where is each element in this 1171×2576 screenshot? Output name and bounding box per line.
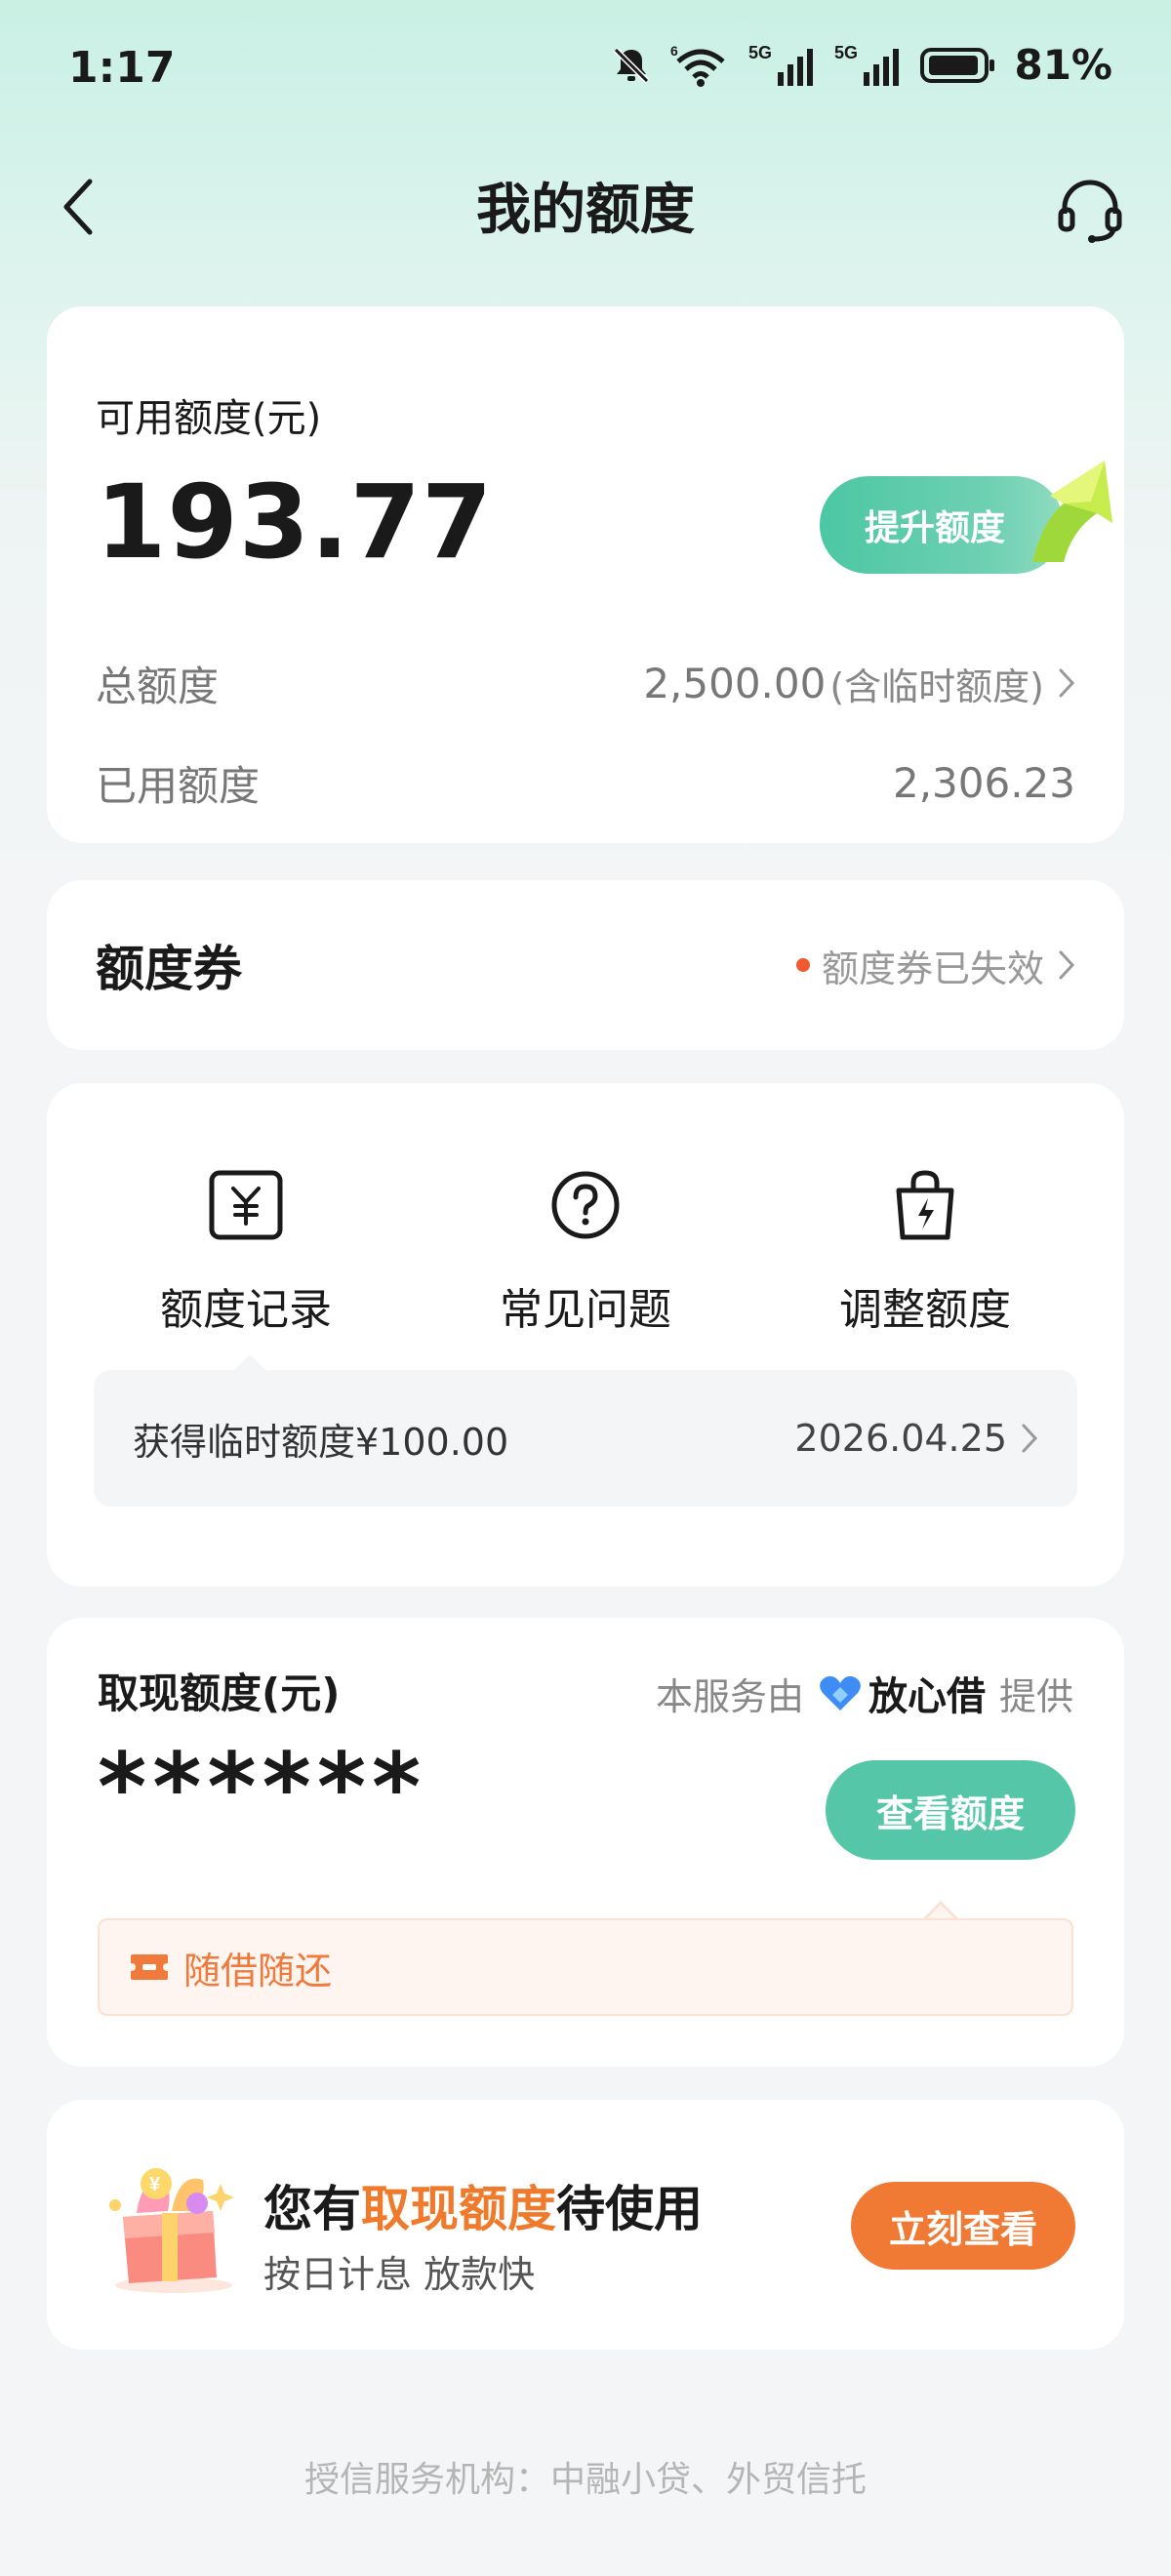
provider-brand: 放心借 [818, 1665, 986, 1721]
repay-anytime-tag: 随借随还 [98, 1918, 1073, 2016]
up-arrow-icon [1032, 461, 1112, 562]
svg-text:5G: 5G [748, 43, 772, 62]
customer-service-button[interactable] [1048, 168, 1132, 252]
provider-suffix: 提供 [998, 1674, 1073, 1718]
promo-title: 您有取现额度待使用 [263, 2170, 703, 2240]
headset-icon [1058, 180, 1122, 243]
used-credit-value: 2,306.23 [892, 758, 1075, 807]
promo-card: ¥ 您有取现额度待使用 按日计息 放款快 立刻查看 [47, 2100, 1124, 2350]
menu-label: 常见问题 [500, 1285, 671, 1335]
voucher-row[interactable]: 额度券 额度券已失效 [47, 880, 1124, 1050]
available-credit-amount: 193.77 [96, 463, 494, 582]
status-time: 1:17 [68, 43, 176, 93]
footer-institutions: 授信服务机构：中融小贷、外贸信托 [303, 2460, 867, 2500]
svg-text:6: 6 [670, 43, 678, 59]
available-credit-label: 可用额度(元) [96, 396, 322, 441]
menu-adjust-credit[interactable]: 调整额度 [779, 1161, 1071, 1337]
promo-title-suffix: 待使用 [556, 2181, 703, 2237]
view-now-label: 立刻查看 [888, 2207, 1037, 2251]
repay-anytime-text: 随借随还 [183, 1949, 333, 1992]
boost-credit-label: 提升额度 [865, 508, 1006, 548]
credit-card: 可用额度(元) 193.77 提升额度 总额度 2,500.00 (含临时额度)… [47, 306, 1124, 843]
battery-percent: 81% [1014, 41, 1112, 89]
masked-cash-amount: ****** [98, 1733, 427, 1842]
provider-prefix: 本服务由 [655, 1674, 804, 1718]
voucher-status-group: 额度券已失效 [795, 939, 1075, 992]
ticket-icon [131, 1954, 168, 1980]
record-text: 获得临时额度¥100.00 [133, 1420, 509, 1464]
latest-record-row[interactable]: 获得临时额度¥100.00 2026.04.25 [94, 1370, 1077, 1507]
wifi-icon: 6 [670, 43, 726, 87]
used-credit-label: 已用额度 [96, 761, 261, 810]
nav-header: 我的额度 [0, 146, 1171, 263]
status-icons: 6 5G 5G 81% [610, 41, 1112, 89]
chevron-right-icon [1059, 950, 1075, 980]
yuan-icon [209, 1170, 283, 1240]
battery-icon [920, 47, 995, 83]
voucher-status: 额度券已失效 [821, 946, 1044, 990]
question-icon [551, 1171, 620, 1239]
view-now-button[interactable]: 立刻查看 [851, 2182, 1075, 2270]
page-title: 我的额度 [476, 179, 695, 242]
menu-credit-records[interactable]: 额度记录 [100, 1161, 392, 1337]
record-date: 2026.04.25 [794, 1417, 1007, 1460]
chevron-right-icon [1059, 668, 1075, 698]
heart-logo-icon [820, 1675, 861, 1711]
status-dot-icon [795, 958, 810, 972]
status-bar: 1:17 6 5G 5G 81% [0, 0, 1171, 137]
bag-lightning-icon [896, 1170, 954, 1240]
cash-credit-title: 取现额度(元) [98, 1670, 341, 1717]
promo-title-highlight: 取现额度 [361, 2181, 556, 2237]
provider-brand-name: 放心借 [868, 1674, 986, 1719]
signal-5g-icon: 5G [748, 43, 814, 86]
total-credit-label: 总额度 [96, 662, 220, 710]
view-credit-label: 查看额度 [875, 1791, 1025, 1835]
menu-label: 额度记录 [160, 1285, 332, 1335]
gift-box-icon: ¥ [109, 2168, 234, 2293]
chevron-right-icon [1022, 1424, 1038, 1453]
cash-credit-card: 取现额度(元) 本服务由 放心借 提供 ****** 查看额度 随借随还 [47, 1618, 1124, 2067]
promo-subtitle: 按日计息 放款快 [263, 2253, 536, 2296]
total-credit-note: (含临时额度) [829, 664, 1044, 708]
shortcut-menu-card: 额度记录 常见问题 调整额度 获得临时额度¥100.00 2026.04.25 [47, 1083, 1124, 1587]
voucher-title: 额度券 [96, 941, 242, 997]
svg-text:¥: ¥ [149, 2174, 161, 2195]
signal-5g-icon-2: 5G [834, 43, 900, 86]
menu-label: 调整额度 [839, 1285, 1011, 1335]
used-credit-row: 已用额度 2,306.23 [96, 753, 1075, 812]
provider-info: 本服务由 放心借 提供 [656, 1665, 1073, 1721]
menu-faq[interactable]: 常见问题 [439, 1161, 732, 1337]
total-credit-value-group: 2,500.00 (含临时额度) [643, 657, 1075, 710]
total-credit-row[interactable]: 总额度 2,500.00 (含临时额度) [96, 654, 1075, 712]
svg-text:5G: 5G [834, 43, 858, 62]
promo-title-prefix: 您有 [263, 2181, 361, 2237]
mute-bell-icon [614, 47, 650, 83]
total-credit-value: 2,500.00 [643, 659, 827, 707]
view-credit-button[interactable]: 查看额度 [826, 1760, 1075, 1860]
